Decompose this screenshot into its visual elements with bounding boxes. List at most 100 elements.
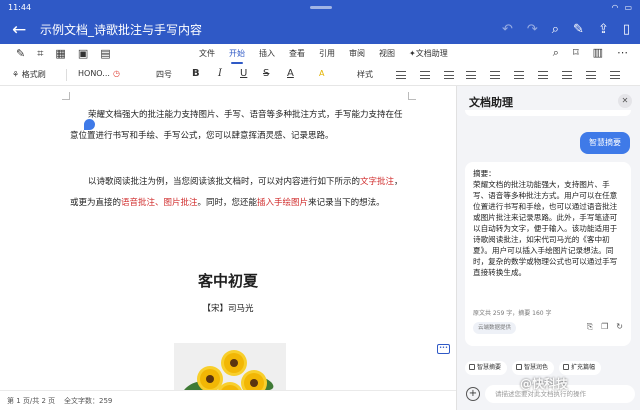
clock-icon[interactable]: ◷ <box>113 69 120 78</box>
highlight-button[interactable]: A <box>319 69 324 78</box>
align-center-icon[interactable] <box>420 71 430 79</box>
summary-text: 摘要： 荣耀文档的批注功能强大，支持图片、手写、语音等多种批注方式。用户可以在任… <box>473 169 618 277</box>
assistant-icon: ✦ <box>409 49 416 58</box>
layout-icon[interactable]: ▥ <box>593 46 603 60</box>
sunflower-shape <box>244 373 264 390</box>
quick-action-summary[interactable]: 智慧摘要 <box>465 361 508 375</box>
back-arrow-icon[interactable]: ← <box>12 20 26 40</box>
document-area[interactable]: 荣耀文档强大的批注能力支持图片、手写、语音等多种批注方式，手写能力支持在任意位置… <box>0 86 456 390</box>
chat-input-row: + <box>463 384 637 404</box>
strikethrough-button[interactable]: S <box>263 68 269 79</box>
edit-icon[interactable]: ✎ <box>16 47 25 61</box>
panel-title: 文档助理 <box>469 96 513 109</box>
paragraph-icon[interactable] <box>610 71 620 79</box>
quick-actions: 智慧摘要 智慧润色 扩充篇幅 <box>465 361 602 375</box>
sunflower-image[interactable] <box>174 343 286 390</box>
poem-author: 【宋】司马光 <box>202 304 254 314</box>
tab-view[interactable]: 查看 <box>289 48 305 59</box>
align-justify-icon[interactable] <box>466 71 476 79</box>
text-annotation-link: 文字批注 <box>360 177 395 187</box>
text-segment: 来记录当下的想法。 <box>308 198 385 208</box>
undo-icon[interactable]: ↶ <box>502 21 513 39</box>
redo-icon[interactable]: ↷ <box>527 21 538 39</box>
sunflower-shape <box>224 353 244 373</box>
document-page[interactable]: 荣耀文档强大的批注能力支持图片、手写、语音等多种批注方式，手写能力支持在任意位置… <box>18 86 450 390</box>
tab-doc-assistant-label: 文档助理 <box>415 49 448 58</box>
status-bar: 11:44 ◠ ▭ <box>0 0 640 16</box>
align-right-icon[interactable] <box>444 71 454 79</box>
quick-tools: ✎ ⌗ ▦ ▣ ▤ <box>16 47 111 61</box>
assistant-chat-input[interactable] <box>485 385 635 403</box>
indent-icon[interactable] <box>538 71 548 79</box>
format-painter-button[interactable]: ⚘ 格式刷 <box>12 69 46 80</box>
voice-image-annotation-link: 语音批注、图片批注 <box>121 198 198 208</box>
summary-stats: 原文共 259 字，摘要 160 字 <box>473 310 552 317</box>
menu-tabs: 文件 开始 插入 查看 引用 审阅 视图 ✦文档助理 <box>199 48 448 64</box>
italic-button[interactable]: I <box>218 68 222 79</box>
bullet-list-icon[interactable] <box>490 71 500 79</box>
style-select[interactable]: 样式 <box>357 69 373 80</box>
table-icon[interactable]: ▦ <box>55 47 65 61</box>
add-icon[interactable]: + <box>466 387 480 401</box>
pen-icon[interactable]: ✎ <box>573 21 584 39</box>
summary-card: 摘要： 荣耀文档的批注功能强大，支持图片、手写、语音等多种批注方式。用户可以在任… <box>465 162 631 346</box>
previous-card <box>465 110 631 116</box>
tab-insert[interactable]: 插入 <box>259 48 275 59</box>
align-left-icon[interactable] <box>396 71 406 79</box>
share-icon[interactable]: ⇪ <box>598 21 609 39</box>
wifi-icon: ◠ <box>611 3 619 12</box>
format-toolbar: ⚘ 格式刷 HONO... ◷ 四号 B I U S A A 样式 <box>0 64 640 86</box>
more-icon[interactable]: ⋯ <box>617 46 628 60</box>
bookmark-icon[interactable]: ⌑ <box>573 46 579 60</box>
book-icon[interactable]: ▯ <box>623 21 630 39</box>
bold-button[interactable]: B <box>192 68 200 79</box>
margin-corner <box>62 92 70 100</box>
tab-doc-assistant[interactable]: ✦文档助理 <box>409 48 448 59</box>
text-segment: 。同时，您还能 <box>197 198 258 208</box>
insert-icon[interactable]: ⎘ <box>587 322 593 332</box>
paragraph-example[interactable]: 以诗歌阅读批注为例，当您阅读该批文档时，可以对内容进行如下所示的文字批注，或更为… <box>70 172 410 214</box>
format-painter-label: 格式刷 <box>21 70 46 79</box>
margin-corner <box>408 92 416 100</box>
outdent-icon[interactable] <box>562 71 572 79</box>
copy-icon[interactable]: ❐ <box>601 322 608 332</box>
find-icon[interactable]: ⌕ <box>553 46 559 60</box>
font-size-select[interactable]: 四号 <box>156 69 172 80</box>
image-icon[interactable]: ▣ <box>78 47 88 61</box>
tab-layout[interactable]: 视图 <box>379 48 395 59</box>
quick-action-polish[interactable]: 智慧润色 <box>512 361 555 375</box>
numbered-list-icon[interactable] <box>514 71 524 79</box>
expand-icon <box>563 364 570 370</box>
paragraph-intro[interactable]: 荣耀文档强大的批注能力支持图片、手写、语音等多种批注方式，手写能力支持在任意位置… <box>70 105 410 147</box>
doc-assistant-panel: 文档助理 ✕ 智慧摘要 摘要： 荣耀文档的批注功能强大，支持图片、手写、语音等多… <box>456 86 640 410</box>
search-icon[interactable]: ⌕ <box>552 21 559 39</box>
tab-references[interactable]: 引用 <box>319 48 335 59</box>
line-spacing-icon[interactable] <box>586 71 596 79</box>
font-color-button[interactable]: A <box>287 68 294 79</box>
tab-review[interactable]: 审阅 <box>349 48 365 59</box>
paragraph-intro-text: 荣耀文档强大的批注能力支持图片、手写、语音等多种批注方式，手写能力支持在任意位置… <box>70 110 403 141</box>
quick-action-polish-label: 智慧润色 <box>524 364 549 371</box>
tab-home[interactable]: 开始 <box>229 48 245 64</box>
scan-icon[interactable]: ⌗ <box>37 47 43 61</box>
window-handle <box>310 6 332 9</box>
text-segment: 以诗歌阅读批注为例，当您阅读该批文档时，可以对内容进行如下所示的 <box>88 177 361 187</box>
brush-icon: ⚘ <box>12 70 20 79</box>
comment-icon[interactable]: ••• <box>437 344 450 354</box>
quick-action-expand[interactable]: 扩充篇幅 <box>559 361 602 375</box>
page-indicator: 第 1 页/共 2 页 <box>7 397 56 405</box>
font-family-select[interactable]: HONO... <box>78 69 110 78</box>
polish-icon <box>516 364 523 370</box>
hand-drawing-link: 插入手绘图片 <box>257 198 309 208</box>
refresh-icon[interactable]: ↻ <box>616 322 623 332</box>
tab-file[interactable]: 文件 <box>199 48 215 59</box>
quick-action-summary-label: 智慧摘要 <box>477 364 502 371</box>
summary-actions: ⎘ ❐ ↻ <box>587 322 623 332</box>
smart-summary-request[interactable]: 智慧摘要 <box>580 132 630 154</box>
close-icon[interactable]: ✕ <box>618 94 632 108</box>
status-icons: ◠ ▭ <box>611 3 632 12</box>
underline-button[interactable]: U <box>240 68 247 79</box>
word-count: 全文字数：259 <box>64 397 113 405</box>
clipboard-icon[interactable]: ▤ <box>100 47 110 61</box>
menu-bar: ✎ ⌗ ▦ ▣ ▤ 文件 开始 插入 查看 引用 审阅 视图 ✦文档助理 ⌕ ⌑… <box>0 44 640 64</box>
